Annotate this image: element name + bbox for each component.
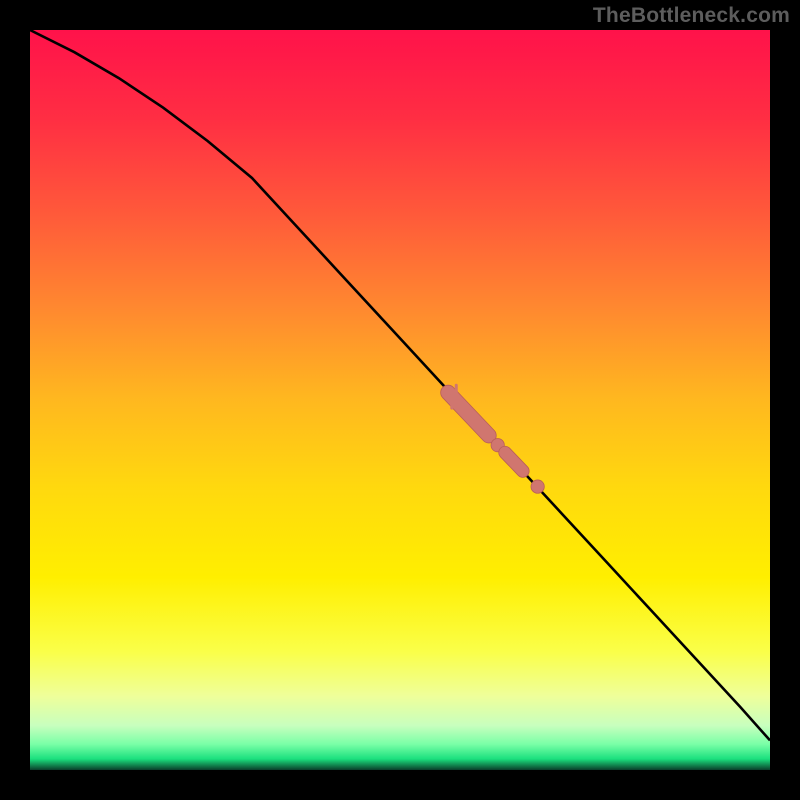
chart-svg: [0, 0, 800, 800]
gradient-panel: [30, 30, 770, 770]
chart-stage: TheBottleneck.com: [0, 0, 800, 800]
watermark-text: TheBottleneck.com: [593, 4, 790, 28]
marker-dot: [531, 480, 544, 493]
